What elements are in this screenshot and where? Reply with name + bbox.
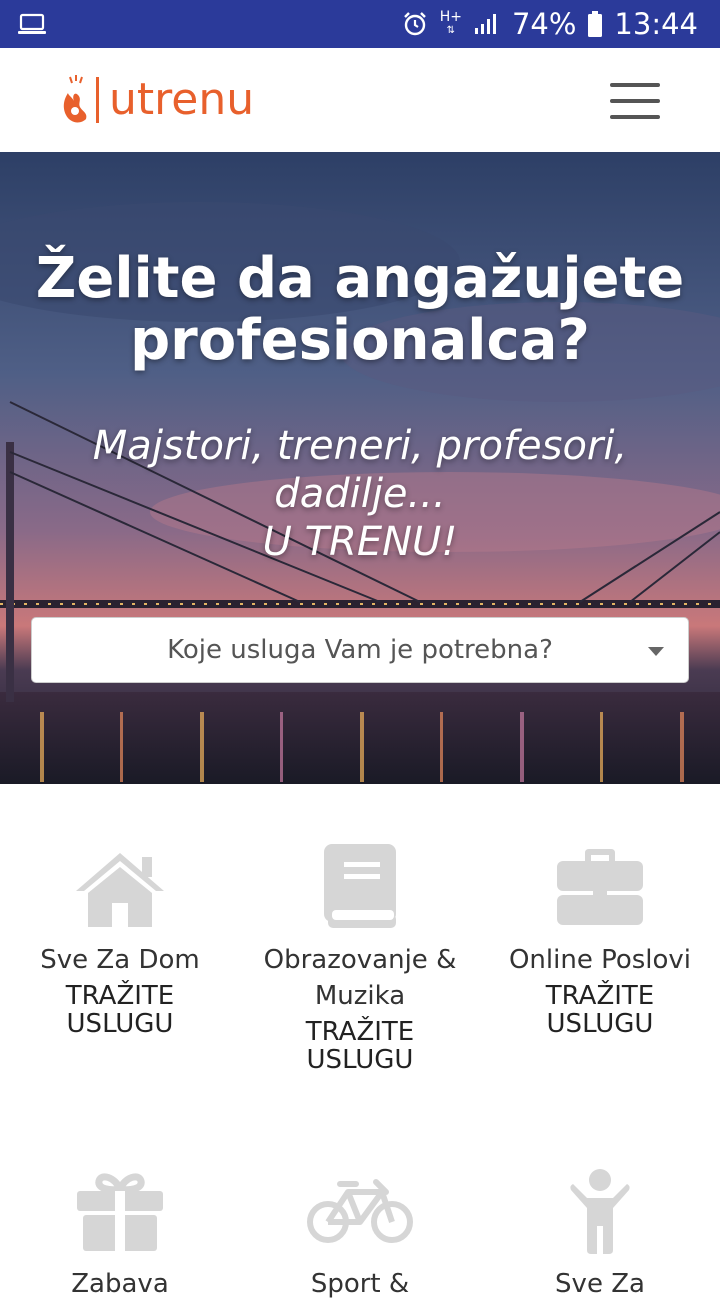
category-card[interactable]: Sport & — [240, 1166, 480, 1302]
service-select-placeholder: Koje usluga Vam je potrebna? — [167, 635, 553, 665]
category-card[interactable]: Sve Za Dom TRAŽITE USLUGU — [0, 842, 240, 1038]
battery-percent: 74% — [511, 7, 577, 41]
network-type-icon: H+ ⇅ — [439, 9, 462, 36]
network-type-label: H+ — [439, 9, 462, 25]
service-select[interactable]: Koje usluga Vam je potrebna? — [31, 617, 689, 683]
site-header: utrenu — [0, 48, 720, 153]
hero-subtitle-line: U TRENU! — [262, 519, 458, 565]
signal-icon — [474, 12, 500, 36]
battery-icon — [588, 11, 603, 37]
category-cta[interactable]: TRAŽITE USLUGU — [530, 982, 670, 1038]
category-card[interactable]: Online Poslovi TRAŽITE USLUGU — [480, 842, 720, 1038]
bicycle-icon — [240, 1166, 480, 1256]
category-card[interactable]: Obrazovanje & Muzika TRAŽITE USLUGU — [240, 842, 480, 1074]
status-bar: H+ ⇅ 74% 13:44 — [0, 0, 720, 48]
logo[interactable]: utrenu — [60, 70, 254, 130]
category-name: Obrazovanje & Muzika — [263, 945, 457, 1011]
category-name: Sport & — [310, 1269, 410, 1299]
hero-section: Želite da angažujete profesionalca? Majs… — [0, 152, 720, 784]
hamburger-icon[interactable] — [610, 83, 660, 119]
hero-title: Želite da angažujete profesionalca? — [35, 246, 685, 373]
alarm-icon — [402, 11, 428, 37]
category-name: Sve Za Dom — [40, 945, 200, 975]
gift-icon — [0, 1166, 240, 1256]
category-cta[interactable]: TRAŽITE USLUGU — [290, 1018, 430, 1074]
clock: 13:44 — [614, 7, 698, 41]
logo-hand-icon — [63, 75, 87, 123]
category-cta[interactable]: TRAŽITE USLUGU — [50, 982, 190, 1038]
logo-text: utrenu — [109, 74, 255, 125]
hero-subtitle: Majstori, treneri, profesori, dadilje...… — [60, 422, 660, 566]
house-icon — [0, 842, 240, 932]
category-name: Zabava — [71, 1269, 169, 1299]
category-name: Sve Za — [555, 1269, 645, 1299]
chevron-down-icon — [648, 647, 664, 656]
hero-subtitle-line: Majstori, treneri, profesori, — [92, 423, 628, 469]
laptop-icon — [18, 13, 46, 34]
logo-divider — [96, 77, 99, 123]
category-grid: Sve Za Dom TRAŽITE USLUGU Obrazovanje & … — [0, 784, 720, 1299]
person-icon — [480, 1166, 720, 1256]
category-card[interactable]: Sve Za — [480, 1166, 720, 1302]
briefcase-icon — [480, 842, 720, 932]
hero-subtitle-line: dadilje... — [274, 471, 446, 517]
category-card[interactable]: Zabava — [0, 1166, 240, 1302]
category-name: Online Poslovi — [508, 945, 692, 975]
book-icon — [240, 842, 480, 932]
